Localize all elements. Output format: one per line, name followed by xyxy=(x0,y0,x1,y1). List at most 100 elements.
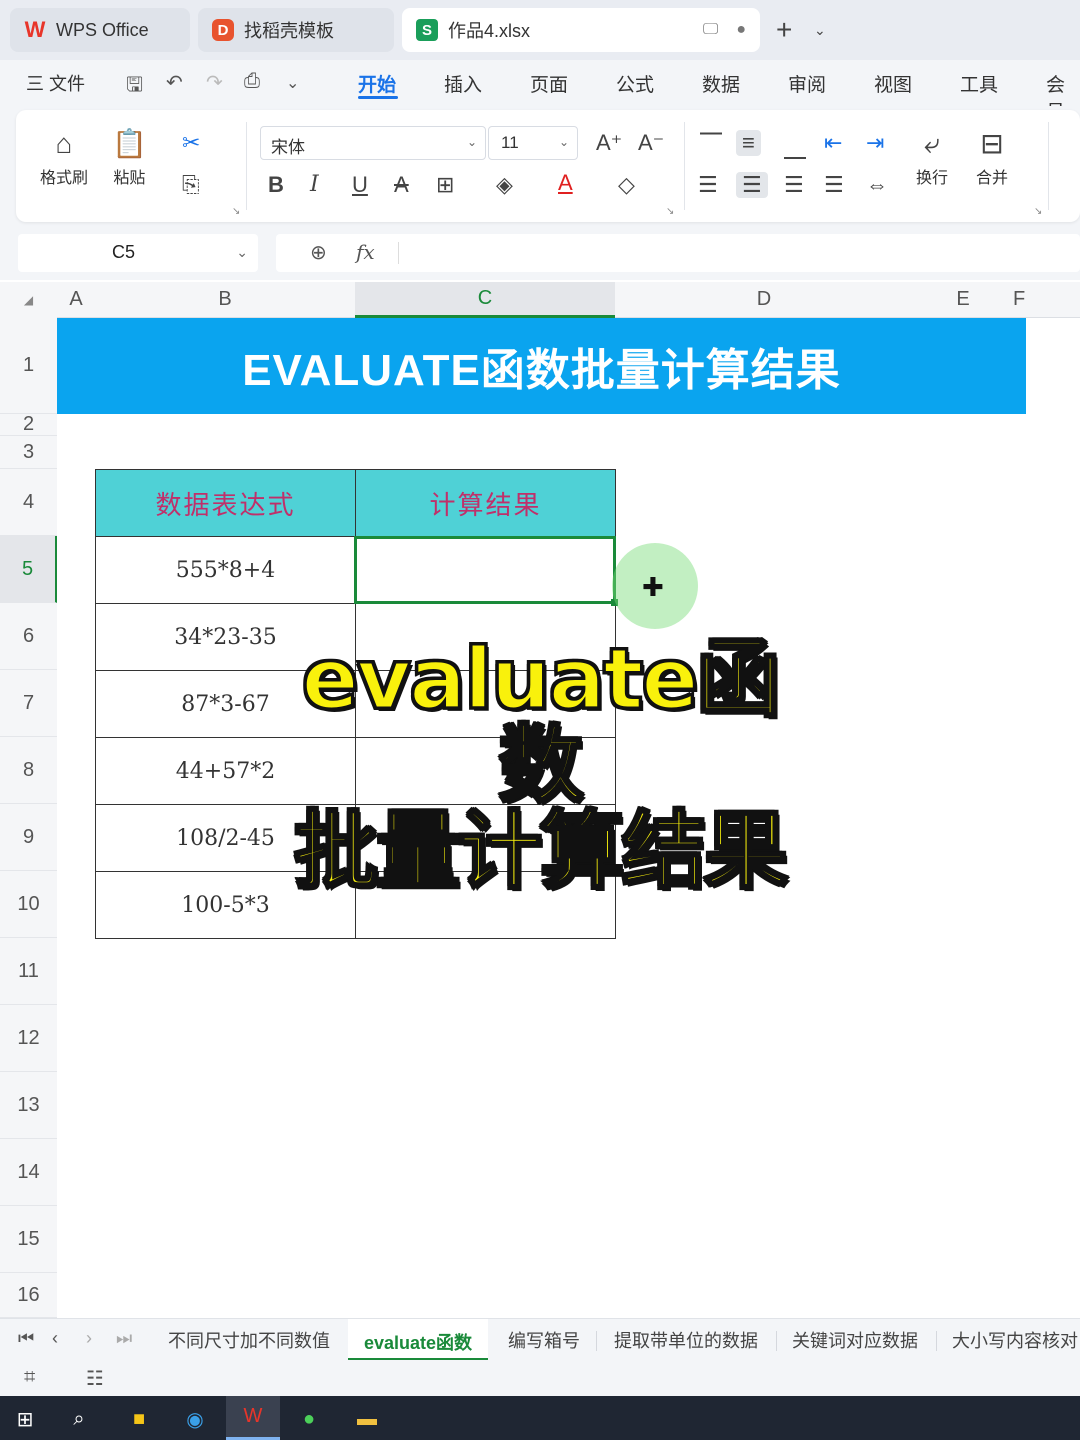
sheet-tab[interactable]: 不同尺寸加不同数值 xyxy=(168,1327,330,1353)
format-painter-button[interactable]: ⌂ 格式刷 xyxy=(40,124,88,188)
row-header-1[interactable]: 1 xyxy=(0,318,57,414)
sheet-tab[interactable]: 编写箱号 xyxy=(508,1327,580,1353)
font-size-select[interactable]: 11 ⌄ xyxy=(488,126,578,160)
row-header-16[interactable]: 16 xyxy=(0,1273,57,1318)
tab-template[interactable]: D 找稻壳模板 xyxy=(198,8,394,52)
row-header-9[interactable]: 9 xyxy=(0,804,57,871)
tab-file[interactable]: S 作品4.xlsx 🖵 ● xyxy=(402,8,760,52)
align-bottom-icon[interactable]: ⎽ xyxy=(784,134,806,160)
file-explorer-icon[interactable]: ▬ xyxy=(350,1402,384,1436)
column-header-a[interactable]: A xyxy=(57,282,95,318)
menu-formula[interactable]: 公式 xyxy=(616,70,654,97)
align-right-icon[interactable]: ☰ xyxy=(784,172,804,198)
paste-button[interactable]: 📋 粘贴 xyxy=(112,124,147,188)
sheet-list-icon[interactable]: ☷ xyxy=(86,1366,104,1391)
tab-wps-home[interactable]: W WPS Office xyxy=(10,8,190,52)
merge-button[interactable]: ⊟ 合并 xyxy=(976,124,1008,188)
header-cell-result[interactable]: 计算结果 xyxy=(355,469,616,537)
fill-color-icon[interactable]: ◈ xyxy=(496,172,513,198)
justify-icon[interactable]: ☰ xyxy=(824,172,844,198)
bold-icon[interactable]: B xyxy=(268,172,284,198)
first-sheet-icon[interactable]: ⏮ xyxy=(18,1328,34,1349)
search-icon[interactable]: ⌕ xyxy=(62,1402,96,1436)
align-top-icon[interactable]: ⎺ xyxy=(700,130,722,156)
column-header-c[interactable]: C xyxy=(355,282,615,318)
row-header-15[interactable]: 15 xyxy=(0,1206,57,1273)
sticky-notes-icon[interactable]: ■ xyxy=(122,1402,156,1436)
border-icon[interactable]: ⊞ xyxy=(436,172,454,198)
font-name-select[interactable]: 宋体 ⌄ xyxy=(260,126,486,160)
monitor-icon[interactable]: 🖵 xyxy=(703,21,718,39)
print-preview-icon[interactable]: ⎙ xyxy=(244,70,260,93)
menu-review[interactable]: 审阅 xyxy=(788,70,826,97)
undo-icon[interactable]: ↶ xyxy=(166,70,183,95)
browser-icon[interactable]: ◉ xyxy=(178,1402,212,1436)
windows-start-icon[interactable]: ⊞ xyxy=(8,1402,42,1436)
increase-indent-icon[interactable]: ⇥ xyxy=(866,130,884,156)
underline-icon[interactable]: U xyxy=(352,172,368,198)
menu-home[interactable]: 开始 xyxy=(358,70,396,97)
next-sheet-icon[interactable]: › xyxy=(86,1328,92,1349)
row-header-7[interactable]: 7 xyxy=(0,670,57,737)
wps-taskbar-icon[interactable]: W xyxy=(226,1396,280,1440)
align-left-icon[interactable]: ☰ xyxy=(698,172,718,198)
column-header-d[interactable]: D xyxy=(615,282,913,318)
redo-icon[interactable]: ↷ xyxy=(206,70,223,95)
wechat-icon[interactable]: ● xyxy=(292,1402,326,1436)
menu-tools[interactable]: 工具 xyxy=(960,70,998,97)
increase-font-icon[interactable]: A⁺ xyxy=(596,130,622,156)
menu-data[interactable]: 数据 xyxy=(702,70,740,97)
prev-sheet-icon[interactable]: ‹ xyxy=(52,1328,58,1349)
row-header-4[interactable]: 4 xyxy=(0,469,57,536)
unsaved-dot-icon[interactable]: ● xyxy=(736,21,746,39)
column-header-b[interactable]: B xyxy=(95,282,355,318)
menu-insert[interactable]: 插入 xyxy=(444,70,482,97)
alignment-expand-icon[interactable]: ↘ xyxy=(1034,206,1042,217)
column-header-e[interactable]: E xyxy=(913,282,1013,318)
row-header-2[interactable]: 2 xyxy=(0,413,57,436)
row-header-5[interactable]: 5 xyxy=(0,536,57,603)
row-header-13[interactable]: 13 xyxy=(0,1072,57,1139)
macro-record-icon[interactable]: ⌗ xyxy=(24,1366,35,1389)
font-color-icon[interactable]: A xyxy=(558,170,573,196)
row-header-3[interactable]: 3 xyxy=(0,436,57,469)
distribute-icon[interactable]: ⇔ xyxy=(866,172,888,198)
copy-icon[interactable]: ⎘ xyxy=(182,172,200,198)
align-center-icon[interactable]: ☰ xyxy=(736,172,768,198)
row-header-6[interactable]: 6 xyxy=(0,603,57,670)
row-header-14[interactable]: 14 xyxy=(0,1139,57,1206)
row-header-12[interactable]: 12 xyxy=(0,1005,57,1072)
name-box[interactable]: C5 ⌄ xyxy=(18,234,258,272)
fx-icon[interactable]: fx xyxy=(356,240,375,264)
sheet-banner-title[interactable]: EVALUATE函数批量计算结果 xyxy=(57,318,1026,414)
row-header-11[interactable]: 11 xyxy=(0,938,57,1005)
file-menu[interactable]: 三 文件 xyxy=(26,70,85,96)
sheet-tab[interactable]: 大小写内容核对 xyxy=(952,1327,1078,1353)
strikethrough-icon[interactable]: A xyxy=(394,172,409,198)
column-header-f[interactable]: F xyxy=(1013,282,1080,318)
zoom-icon[interactable]: ⊕ xyxy=(310,240,327,265)
row-header-8[interactable]: 8 xyxy=(0,737,57,804)
chevron-down-icon[interactable]: ⌄ xyxy=(286,73,299,93)
expression-cell[interactable]: 555*8+4 xyxy=(95,536,356,604)
sheet-tab[interactable]: 关键词对应数据 xyxy=(792,1327,918,1353)
clear-format-icon[interactable]: ◇ xyxy=(618,172,635,198)
sheet-tab-active[interactable]: evaluate函数 xyxy=(348,1319,489,1361)
menu-page[interactable]: 页面 xyxy=(530,70,568,97)
font-expand-icon[interactable]: ↘ xyxy=(666,206,674,217)
last-sheet-icon[interactable]: ⏭ xyxy=(116,1328,132,1349)
select-all-corner[interactable]: ◢ xyxy=(0,282,57,318)
menu-view[interactable]: 视图 xyxy=(874,70,912,97)
wrap-text-button[interactable]: ⤶ 换行 xyxy=(916,124,948,188)
header-cell-expression[interactable]: 数据表达式 xyxy=(95,469,356,537)
clipboard-expand-icon[interactable]: ↘ xyxy=(232,206,240,217)
decrease-indent-icon[interactable]: ⇤ xyxy=(824,130,842,156)
formula-input[interactable]: ⊕ fx xyxy=(276,234,1080,272)
chevron-down-icon[interactable]: ⌄ xyxy=(814,22,826,39)
cut-icon[interactable]: ✂ xyxy=(182,130,200,156)
row-header-10[interactable]: 10 xyxy=(0,871,57,938)
result-cell[interactable] xyxy=(355,536,616,604)
sheet-tab[interactable]: 提取带单位的数据 xyxy=(614,1327,758,1353)
align-middle-icon[interactable]: ≡ xyxy=(736,130,761,156)
save-icon[interactable]: 🖫 xyxy=(126,70,143,104)
